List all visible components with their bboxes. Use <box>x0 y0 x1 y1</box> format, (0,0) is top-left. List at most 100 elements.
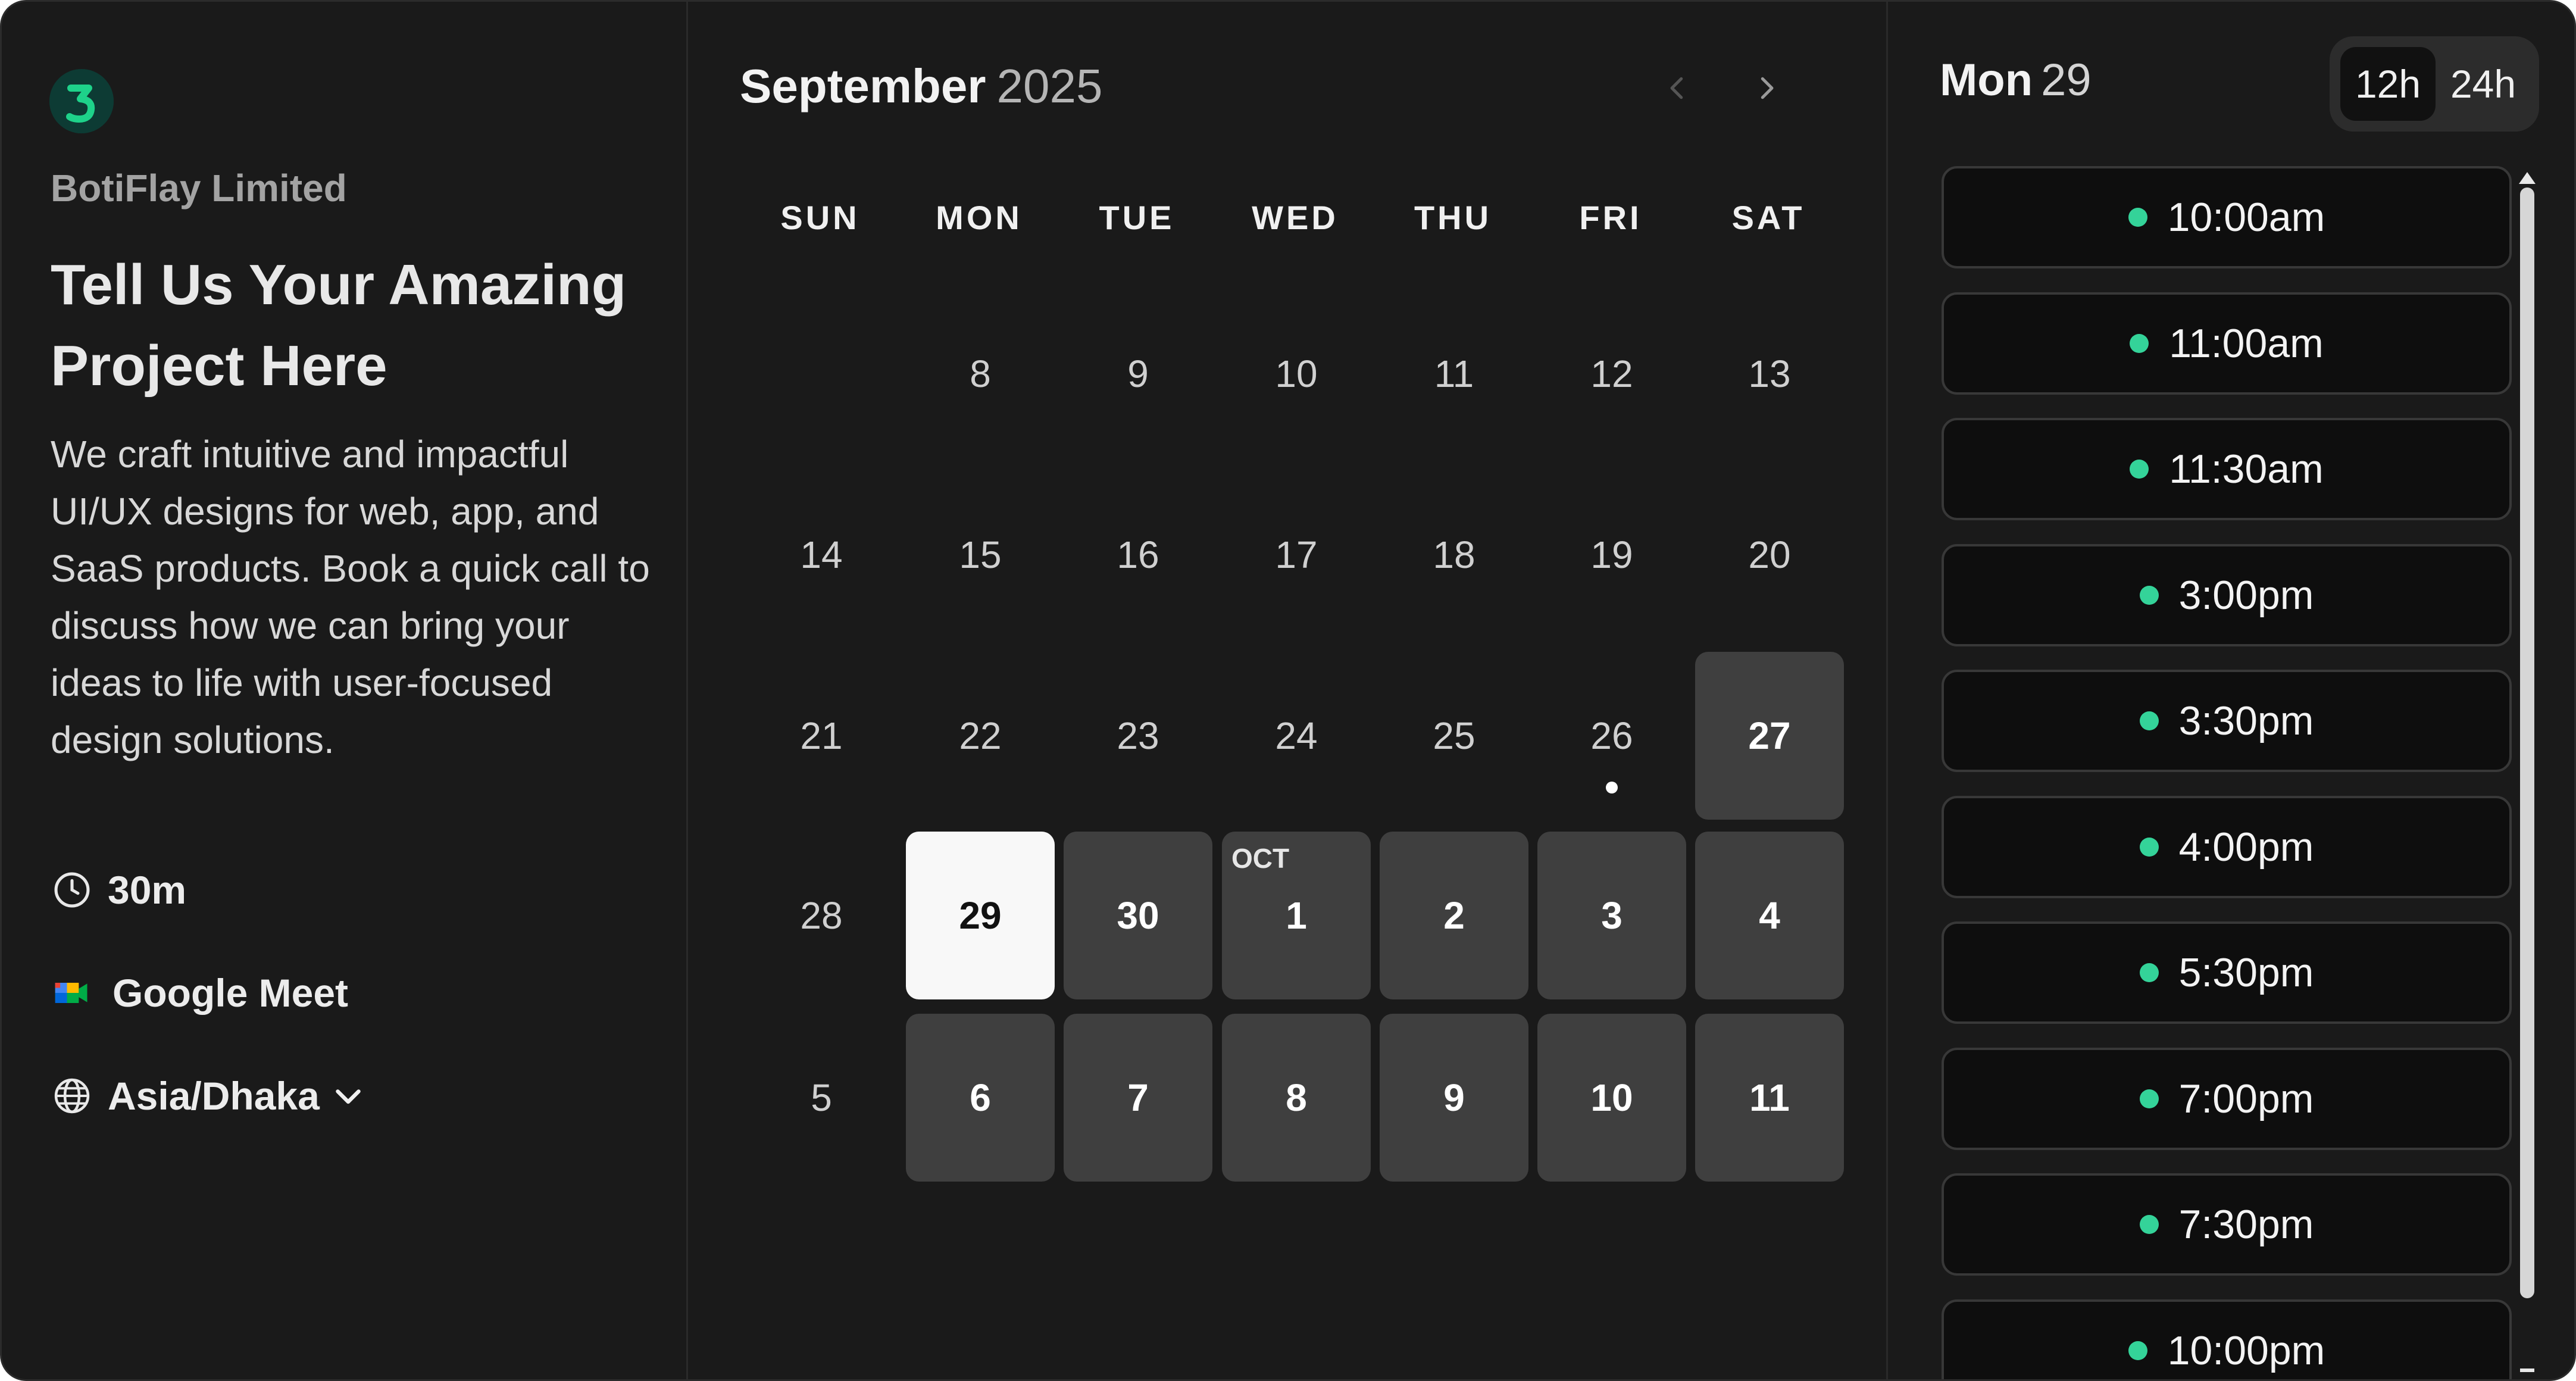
duration-label: 30m <box>108 868 187 912</box>
day-number: 8 <box>1286 1076 1307 1119</box>
format-24h-button[interactable]: 24h <box>2436 47 2531 121</box>
calendar-day[interactable]: 2 <box>1380 832 1528 999</box>
calendar-day: 26 <box>1537 652 1686 820</box>
weekday-tue: TUE <box>1099 199 1175 236</box>
day-number: 3 <box>1601 894 1622 937</box>
day-number: 19 <box>1590 533 1633 576</box>
month-label: September <box>740 60 986 113</box>
day-number: 16 <box>1117 533 1159 576</box>
day-number: 6 <box>970 1076 991 1119</box>
calendar-day-selected[interactable]: 29 <box>906 832 1055 999</box>
day-number: 10 <box>1590 1076 1633 1119</box>
day-number: 15 <box>959 533 1002 576</box>
globe-icon <box>51 1074 93 1117</box>
day-number: 14 <box>800 533 843 576</box>
scrollbar[interactable] <box>2520 188 2534 1298</box>
time-slot-button[interactable]: 10:00pm <box>1942 1299 2512 1379</box>
calendar-day[interactable]: 9 <box>1380 1014 1528 1182</box>
availability-dot <box>2128 1341 2147 1360</box>
time-slot-button[interactable]: 7:00pm <box>1942 1048 2512 1150</box>
day-number: 11 <box>1434 352 1474 395</box>
event-info-panel: BotiFlay Limited Tell Us Your Amazing Pr… <box>2 2 688 1379</box>
availability-dot <box>2139 711 2159 730</box>
calendar-day[interactable]: 4 <box>1695 832 1844 999</box>
time-slot-button[interactable]: 3:30pm <box>1942 670 2512 772</box>
time-slot-button[interactable]: 4:00pm <box>1942 796 2512 898</box>
selected-day-name: Mon <box>1940 55 2033 105</box>
calendar-day[interactable]: 11 <box>1695 1014 1844 1182</box>
slot-time-label: 10:00am <box>2167 195 2325 240</box>
day-number: 11 <box>1749 1076 1790 1119</box>
selected-date-heading: Mon 29 <box>1940 54 2092 106</box>
calendar-day[interactable]: 10 <box>1537 1014 1686 1182</box>
calendar-day[interactable]: 8 <box>1222 1014 1371 1182</box>
availability-dot <box>2139 1215 2159 1234</box>
calendar-day[interactable]: 6 <box>906 1014 1055 1182</box>
duration-row: 30m <box>51 863 186 917</box>
scroll-up-arrow[interactable] <box>2519 172 2536 184</box>
event-title: Tell Us Your Amazing Project Here <box>51 253 627 398</box>
slot-time-label: 10:00pm <box>2167 1328 2325 1373</box>
time-slot-button[interactable]: 3:00pm <box>1942 544 2512 646</box>
time-slots-panel: Mon 29 12h 24h 10:00am 11:00am 11:30am 3:00p… <box>1886 2 2574 1379</box>
chevron-down-icon[interactable] <box>330 1078 366 1114</box>
availability-dot <box>2139 586 2159 605</box>
day-number: 9 <box>1127 352 1149 395</box>
time-slot-button[interactable]: 7:30pm <box>1942 1173 2512 1276</box>
weekday-mon: MON <box>936 199 1023 236</box>
day-number: 30 <box>1117 894 1159 937</box>
calendar-day[interactable]: 30 <box>1064 832 1212 999</box>
day-number: 22 <box>959 714 1002 757</box>
day-number: 7 <box>1127 1076 1149 1119</box>
weekday-fri: FRI <box>1579 199 1642 236</box>
chevron-left-icon <box>1670 77 1683 99</box>
timezone-selector[interactable]: Asia/Dhaka <box>51 1069 366 1123</box>
slot-time-label: 7:00pm <box>2178 1076 2314 1121</box>
day-number: 29 <box>959 894 1002 937</box>
selected-day-number: 29 <box>2041 55 2092 105</box>
availability-dot <box>2130 460 2149 479</box>
timezone-label: Asia/Dhaka <box>108 1074 320 1118</box>
scroll-down-arrow[interactable] <box>2520 1368 2534 1372</box>
calendar-day: 23 <box>1064 652 1212 820</box>
calendar-day: 19 <box>1537 471 1686 639</box>
day-number: 23 <box>1117 714 1159 757</box>
calendar-day[interactable]: 7 <box>1064 1014 1212 1182</box>
calendar-day: 15 <box>906 471 1055 639</box>
month-tag: OCT <box>1231 843 1290 874</box>
calendar-day[interactable]: 3 <box>1537 832 1686 999</box>
day-number: 17 <box>1275 533 1318 576</box>
day-number: 12 <box>1590 352 1633 395</box>
day-number: 5 <box>811 1076 832 1119</box>
calendar-day[interactable]: 1 OCT <box>1222 832 1371 999</box>
format-12h-button[interactable]: 12h <box>2340 47 2436 121</box>
calendar-day: 18 <box>1380 471 1528 639</box>
time-slot-button[interactable]: 11:00am <box>1942 292 2512 395</box>
calendar-day: 24 <box>1222 652 1371 820</box>
time-format-toggle: 12h 24h <box>2330 36 2539 132</box>
previous-month-button[interactable] <box>1650 61 1704 115</box>
day-number: 24 <box>1275 714 1318 757</box>
scrollbar-thumb[interactable] <box>2520 188 2534 1298</box>
calendar-day: 12 <box>1537 290 1686 458</box>
time-slot-button[interactable]: 10:00am <box>1942 166 2512 268</box>
slot-time-label: 11:30am <box>2169 446 2324 492</box>
location-label: Google Meet <box>112 971 349 1015</box>
slot-time-label: 3:30pm <box>2178 698 2314 743</box>
calendar-day: 11 <box>1380 290 1528 458</box>
time-slot-button[interactable]: 5:30pm <box>1942 921 2512 1024</box>
day-number: 27 <box>1748 714 1791 757</box>
calendar-day[interactable]: 27 <box>1695 652 1844 820</box>
availability-dot <box>2139 838 2159 857</box>
availability-dot <box>2128 208 2147 227</box>
time-slot-button[interactable]: 11:30am <box>1942 418 2512 520</box>
calendar-day: 21 <box>747 652 896 820</box>
day-number: 2 <box>1443 894 1465 937</box>
calendar-day: 20 <box>1695 471 1844 639</box>
logo-icon <box>49 69 114 133</box>
day-number: 10 <box>1275 352 1318 395</box>
day-number: 20 <box>1748 533 1791 576</box>
next-month-button[interactable] <box>1740 61 1793 115</box>
weekday-thu: THU <box>1414 199 1492 236</box>
location-row: Google Meet <box>51 966 348 1020</box>
